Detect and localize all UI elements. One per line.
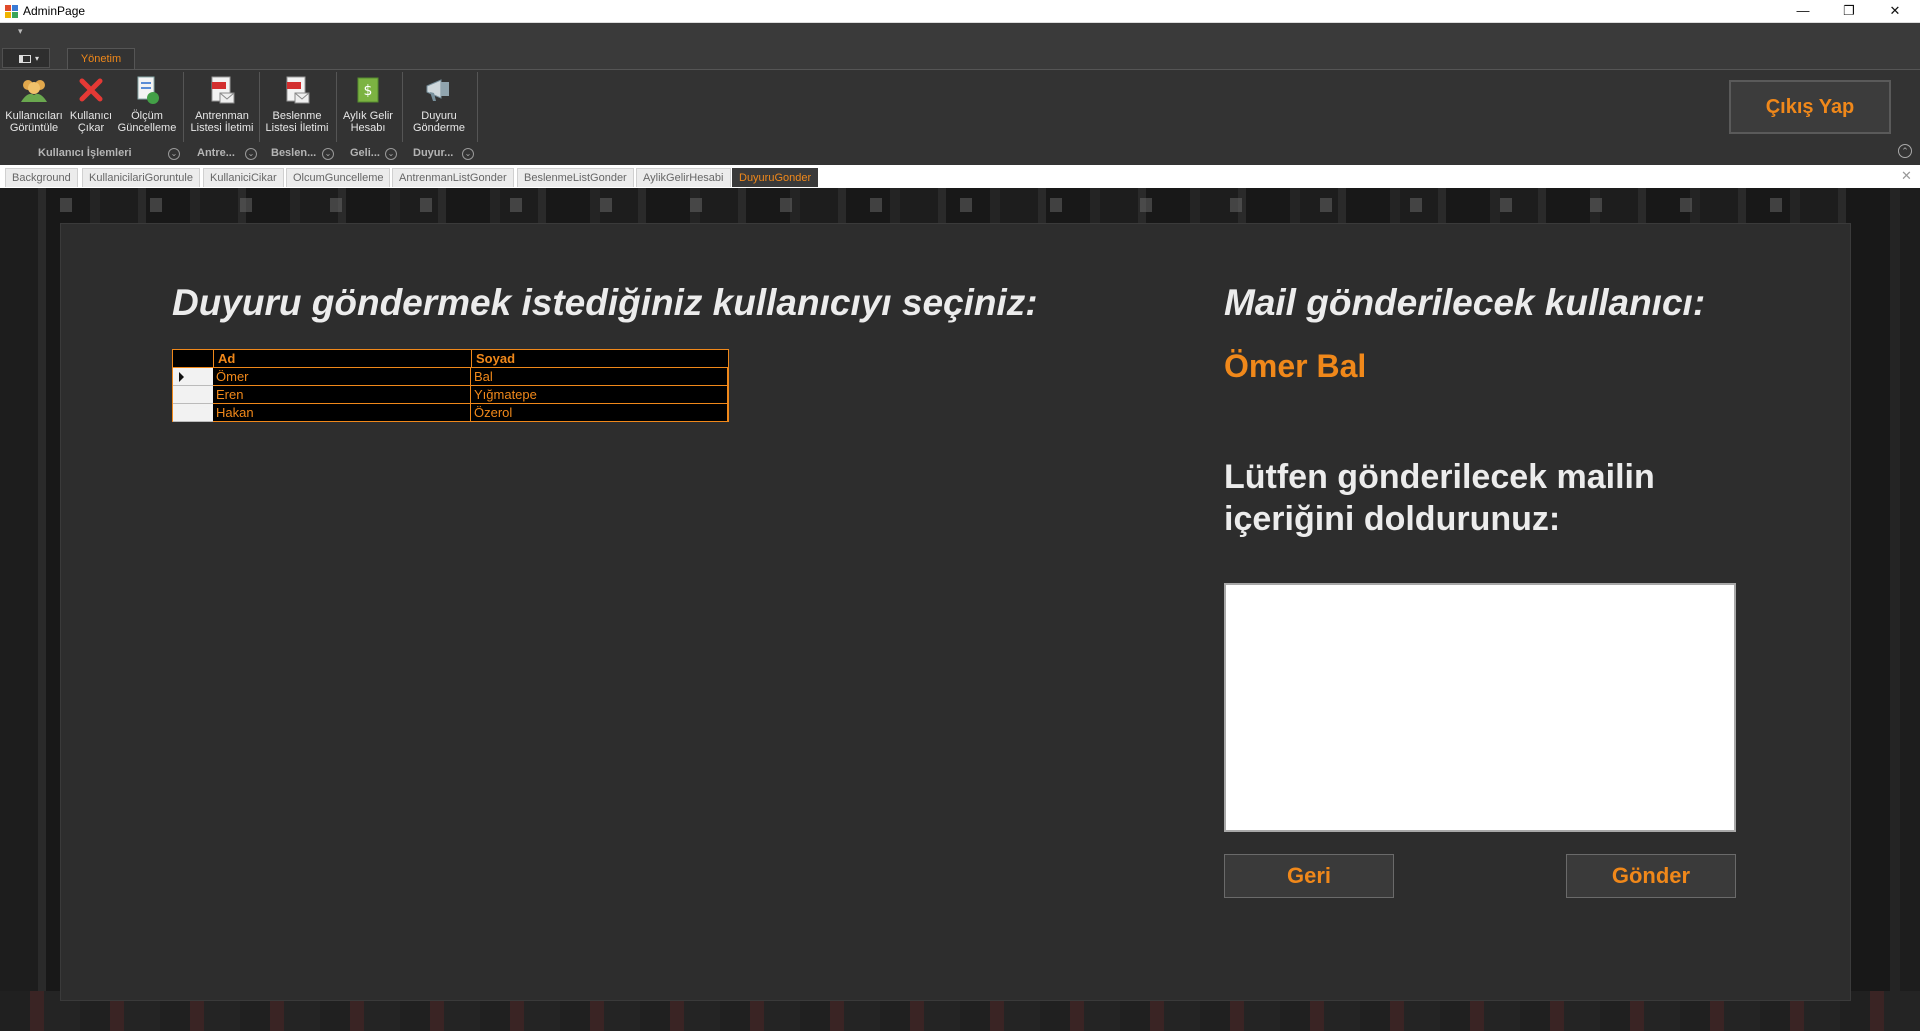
app-icon [5, 5, 18, 18]
pdf-mail-icon [286, 76, 310, 104]
view-users-button[interactable]: Kullanıcıları Görüntüle [4, 74, 64, 134]
close-document-icon[interactable]: ✕ [1901, 168, 1912, 184]
title-bar: AdminPage — ❐ ✕ [0, 0, 1920, 23]
doc-tab-background[interactable]: Background [5, 168, 78, 187]
logout-button[interactable]: Çıkış Yap [1729, 80, 1891, 134]
collapse-ribbon-button[interactable]: ⌃ [1898, 144, 1912, 158]
group-expand-button[interactable]: ⌄ [245, 148, 257, 160]
group-announcement: Duyur... [413, 147, 454, 159]
monthly-income-label-2: Hesabı [350, 122, 386, 134]
measurement-update-label-1: Ölçüm [131, 110, 163, 122]
remove-user-label-1: Kullanıcı [69, 110, 113, 122]
selected-user-name: Ömer Bal [1224, 348, 1367, 384]
table-cell-ad[interactable]: Ömer [213, 368, 471, 386]
chevron-down-icon: ▾ [35, 54, 40, 63]
ribbon-separator [336, 72, 337, 142]
app-menu-icon [19, 55, 31, 63]
table-cell-ad[interactable]: Eren [213, 386, 471, 404]
nutrition-list-send-button[interactable]: Beslenme Listesi İletimi [263, 74, 331, 134]
table-cell-soyad[interactable]: Özerol [471, 404, 728, 422]
table-cell-ad[interactable]: Hakan [213, 404, 471, 422]
ribbon-separator [402, 72, 403, 142]
group-nutrition: Beslen... [271, 147, 317, 159]
group-expand-button[interactable]: ⌄ [462, 148, 474, 160]
mail-content-prompt: Lütfen gönderilecek mailin içeriğini dol… [1224, 458, 1655, 538]
minimize-button[interactable]: — [1780, 0, 1826, 22]
group-user-operations: Kullanıcı İşlemleri [38, 147, 132, 159]
announcement-send-button[interactable]: Duyuru Gönderme [407, 74, 471, 134]
column-ad[interactable]: Ad [213, 350, 471, 368]
monthly-income-label-1: Aylık Gelir [343, 110, 393, 122]
ribbon-separator [259, 72, 260, 142]
pdf-mail-icon [211, 76, 235, 104]
measurement-update-icon [137, 76, 159, 104]
row-header[interactable] [173, 368, 213, 386]
announcement-panel: Duyuru göndermek istediğiniz kullanıcıyı… [61, 224, 1850, 1000]
remove-user-button[interactable]: Kullanıcı Çıkar [66, 74, 116, 134]
back-button[interactable]: Geri [1224, 854, 1394, 898]
svg-text:$: $ [364, 83, 373, 99]
group-expand-button[interactable]: ⌄ [385, 148, 397, 160]
send-button[interactable]: Gönder [1566, 854, 1736, 898]
ribbon-separator [477, 72, 478, 142]
group-expand-button[interactable]: ⌄ [322, 148, 334, 160]
close-button[interactable]: ✕ [1872, 0, 1918, 22]
select-user-heading: Duyuru göndermek istediğiniz kullanıcıyı… [172, 282, 1038, 323]
table-cell-soyad[interactable]: Yığmatepe [471, 386, 728, 404]
announcement-label-1: Duyuru [421, 110, 457, 122]
megaphone-icon [426, 79, 449, 101]
group-income: Geli... [350, 147, 380, 159]
document-tab-strip: Background KullanicilariGoruntule Kullan… [0, 165, 1920, 188]
ribbon-separator [183, 72, 184, 142]
doc-tab-nutrition-list[interactable]: BeslenmeListGonder [517, 168, 634, 187]
current-row-icon [179, 372, 184, 382]
restore-button[interactable]: ❐ [1826, 0, 1872, 22]
doc-tab-announcement[interactable]: DuyuruGonder [732, 168, 819, 187]
row-header[interactable] [173, 386, 213, 404]
users-icon [21, 80, 47, 102]
mail-body-input[interactable] [1224, 583, 1736, 832]
tab-yonetim[interactable]: Yönetim [67, 48, 135, 69]
doc-tab-monthly-income[interactable]: AylikGelirHesabi [636, 168, 731, 187]
remove-user-icon [79, 78, 103, 102]
measurement-update-button[interactable]: Ölçüm Güncelleme [117, 74, 177, 134]
doc-tab-training-list[interactable]: AntrenmanListGonder [392, 168, 514, 187]
group-training: Antre... [197, 147, 235, 159]
grid-header: Ad Soyad [173, 350, 728, 368]
mail-recipient-heading: Mail gönderilecek kullanıcı: [1224, 282, 1706, 323]
announcement-label-2: Gönderme [413, 122, 465, 134]
column-soyad[interactable]: Soyad [471, 350, 728, 368]
training-list-label-1: Antrenman [195, 110, 249, 122]
ribbon-panel: Kullanıcıları Görüntüle Kullanıcı Çıkar … [0, 69, 1920, 165]
nutrition-list-label-2: Listesi İletimi [265, 122, 329, 134]
nutrition-list-label-1: Beslenme [272, 110, 322, 122]
measurement-update-label-2: Güncelleme [117, 122, 177, 134]
quick-access-toolbar-caret[interactable]: ▾ [18, 26, 23, 37]
training-list-send-button[interactable]: Antrenman Listesi İletimi [188, 74, 256, 134]
window-title: AdminPage [23, 4, 86, 18]
money-icon: $ [357, 77, 379, 103]
doc-tab-view-users[interactable]: KullanicilariGoruntule [82, 168, 200, 187]
remove-user-label-2: Çıkar [77, 122, 105, 134]
application-menu-button[interactable]: ▾ [2, 48, 50, 68]
row-header[interactable] [173, 404, 213, 422]
training-list-label-2: Listesi İletimi [190, 122, 254, 134]
view-users-label-1: Kullanıcıları [5, 110, 63, 122]
doc-tab-remove-user[interactable]: KullaniciCikar [203, 168, 284, 187]
table-cell-soyad[interactable]: Bal [471, 368, 728, 386]
background-lights [60, 198, 1860, 212]
view-users-label-2: Görüntüle [9, 122, 59, 134]
group-expand-button[interactable]: ⌄ [168, 148, 180, 160]
monthly-income-button[interactable]: $ Aylık Gelir Hesabı [338, 74, 398, 134]
users-grid[interactable]: Ad Soyad Ömer Bal Eren Yığmatepe Hakan Ö… [172, 349, 729, 422]
doc-tab-measurement-update[interactable]: OlcumGuncelleme [286, 168, 391, 187]
ribbon: ▾ ▾ Yönetim Kullanıcıları Görüntüle Kull… [0, 23, 1920, 165]
